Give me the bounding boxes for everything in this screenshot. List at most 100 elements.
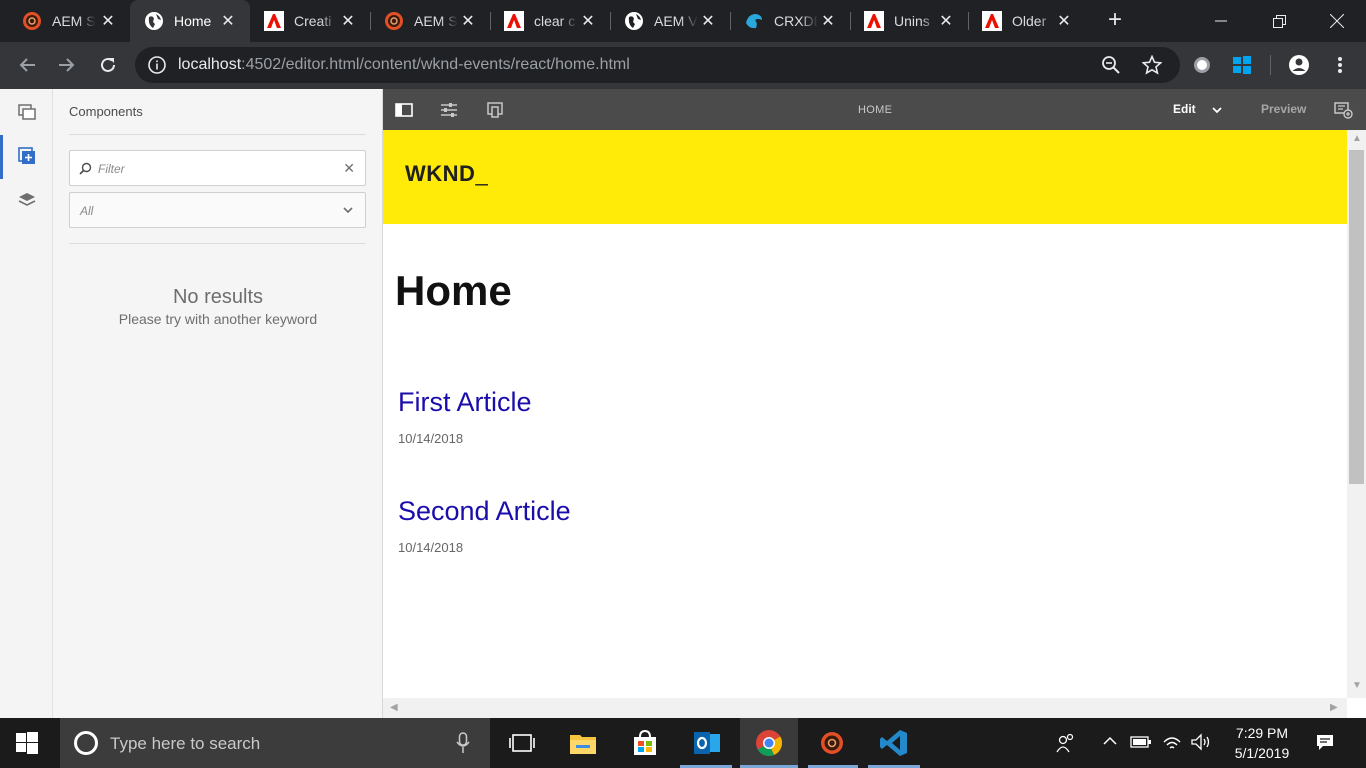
- battery-icon[interactable]: [1130, 735, 1152, 752]
- no-results-title: No results: [172, 286, 264, 308]
- volume-icon[interactable]: [1190, 733, 1212, 754]
- search-icon: [79, 162, 92, 175]
- forward-arrow-icon[interactable]: [53, 51, 81, 79]
- adobe-icon: [864, 11, 884, 31]
- outlook-icon[interactable]: [692, 728, 722, 758]
- clear-filter-icon[interactable]: ✕: [343, 160, 355, 177]
- site-header: WKND_: [383, 130, 1347, 224]
- component-group-select[interactable]: All: [69, 192, 366, 228]
- chevron-down-icon: [341, 203, 355, 217]
- aem-taskbar-icon[interactable]: [817, 728, 847, 758]
- windows-extension-icon[interactable]: [1232, 55, 1252, 75]
- layers-icon[interactable]: [18, 191, 36, 209]
- url-text: localhost:4502/editor.html/content/wknd-…: [178, 56, 630, 74]
- scrollbar-thumb[interactable]: [1349, 150, 1364, 484]
- adobe-icon: [504, 11, 524, 31]
- scroll-right-arrow-icon[interactable]: ▶: [1330, 702, 1338, 713]
- article-link[interactable]: Second Article: [398, 496, 571, 527]
- components-icon[interactable]: [18, 147, 36, 165]
- toolbar-divider: [1270, 55, 1271, 75]
- editor-toolbar: HOME Edit Preview: [383, 89, 1366, 130]
- people-icon[interactable]: [1056, 732, 1076, 757]
- annotations-icon[interactable]: [1333, 100, 1353, 120]
- profile-avatar-icon[interactable]: [1288, 54, 1310, 76]
- url-path: :4502/editor.html/content/wknd-events/re…: [241, 56, 630, 73]
- close-tab-icon[interactable]: ✕: [1054, 11, 1074, 31]
- chevron-down-icon[interactable]: [1211, 103, 1223, 115]
- bookmark-star-icon[interactable]: [1141, 54, 1163, 75]
- vertical-scrollbar[interactable]: ▲ ▼: [1347, 130, 1366, 698]
- edit-mode-button[interactable]: Edit: [1173, 102, 1196, 116]
- logo-suffix: _: [475, 161, 489, 186]
- browser-tab[interactable]: clear c ✕: [490, 0, 610, 42]
- close-tab-icon[interactable]: ✕: [818, 11, 838, 31]
- menu-kebab-icon[interactable]: [1330, 55, 1350, 75]
- zoom-icon[interactable]: [1101, 55, 1121, 75]
- close-tab-icon[interactable]: ✕: [698, 11, 718, 31]
- browser-tab[interactable]: Unins ✕: [850, 0, 968, 42]
- microsoft-store-icon[interactable]: [630, 728, 660, 758]
- file-explorer-icon[interactable]: [568, 728, 598, 758]
- filter-input[interactable]: Filter ✕: [69, 150, 366, 186]
- task-view-icon[interactable]: [507, 728, 537, 758]
- scroll-left-arrow-icon[interactable]: ◀: [390, 702, 398, 713]
- browser-tab[interactable]: AEM S ✕: [0, 0, 130, 42]
- emulator-icon[interactable]: [485, 100, 505, 120]
- browser-tab[interactable]: AEM S ✕: [370, 0, 490, 42]
- reload-icon[interactable]: [94, 51, 122, 79]
- tab-title: Older: [1012, 13, 1047, 29]
- adobe-icon: [264, 11, 284, 31]
- show-hidden-icons-chevron-icon[interactable]: [1102, 733, 1118, 752]
- browser-toolbar: localhost:4502/editor.html/content/wknd-…: [0, 42, 1366, 89]
- aem-icon: [22, 11, 42, 31]
- system-clock[interactable]: 7:29 PM 5/1/2019: [1222, 723, 1302, 763]
- site-info-icon[interactable]: [147, 55, 167, 75]
- restore-icon[interactable]: [1250, 0, 1308, 42]
- article-link[interactable]: First Article: [398, 387, 532, 418]
- search-placeholder: Type here to search: [110, 734, 261, 753]
- scroll-up-arrow-icon[interactable]: ▲: [1352, 133, 1362, 144]
- page-properties-icon[interactable]: [439, 100, 459, 120]
- microphone-icon[interactable]: [456, 732, 470, 754]
- tab-title: AEM S: [414, 13, 458, 29]
- action-center-icon[interactable]: [1315, 732, 1335, 755]
- windows-start-icon[interactable]: [15, 731, 39, 755]
- wifi-icon[interactable]: [1162, 733, 1182, 754]
- site-logo[interactable]: WKND_: [405, 161, 488, 187]
- tab-title: CRXDE: [774, 13, 818, 29]
- toggle-side-panel-icon[interactable]: [394, 100, 414, 120]
- clock-time: 7:29 PM: [1235, 725, 1289, 741]
- vscode-icon[interactable]: [879, 728, 909, 758]
- preview-button[interactable]: Preview: [1261, 102, 1306, 116]
- close-tab-icon[interactable]: ✕: [338, 11, 358, 31]
- close-tab-icon[interactable]: ✕: [98, 11, 118, 31]
- browser-tab[interactable]: AEM V ✕: [610, 0, 730, 42]
- tab-title: AEM S: [52, 13, 96, 29]
- browser-tab-active[interactable]: Home ✕: [130, 0, 250, 42]
- taskbar-search-box[interactable]: Type here to search: [60, 718, 490, 768]
- address-bar[interactable]: localhost:4502/editor.html/content/wknd-…: [135, 47, 1180, 83]
- panel-title: Components: [69, 104, 143, 119]
- browser-tab[interactable]: CRXDE ✕: [730, 0, 850, 42]
- scroll-down-arrow-icon[interactable]: ▼: [1352, 680, 1362, 691]
- tab-strip: AEM S ✕ Home ✕ Creati ✕ AEM S ✕ clear c …: [0, 0, 1366, 42]
- new-tab-plus-icon[interactable]: +: [1103, 8, 1127, 33]
- panel-divider: [69, 243, 366, 244]
- close-tab-icon[interactable]: ✕: [458, 11, 478, 31]
- close-tab-icon[interactable]: ✕: [218, 11, 238, 31]
- browser-tab[interactable]: Older ✕: [968, 0, 1086, 42]
- logo-text: WKND: [405, 161, 476, 186]
- extension-icon[interactable]: [1192, 55, 1212, 75]
- filter-placeholder: Filter: [98, 162, 125, 176]
- assets-icon[interactable]: [18, 103, 36, 121]
- adobe-icon: [982, 11, 1002, 31]
- minimize-icon[interactable]: [1192, 0, 1250, 42]
- browser-tab[interactable]: Creati ✕: [250, 0, 370, 42]
- window-close-icon[interactable]: [1308, 0, 1366, 42]
- close-tab-icon[interactable]: ✕: [936, 11, 956, 31]
- close-tab-icon[interactable]: ✕: [578, 11, 598, 31]
- back-arrow-icon[interactable]: [13, 51, 41, 79]
- chrome-icon[interactable]: [754, 728, 784, 758]
- horizontal-scrollbar[interactable]: ◀ ▶: [383, 698, 1347, 718]
- aem-icon: [384, 11, 404, 31]
